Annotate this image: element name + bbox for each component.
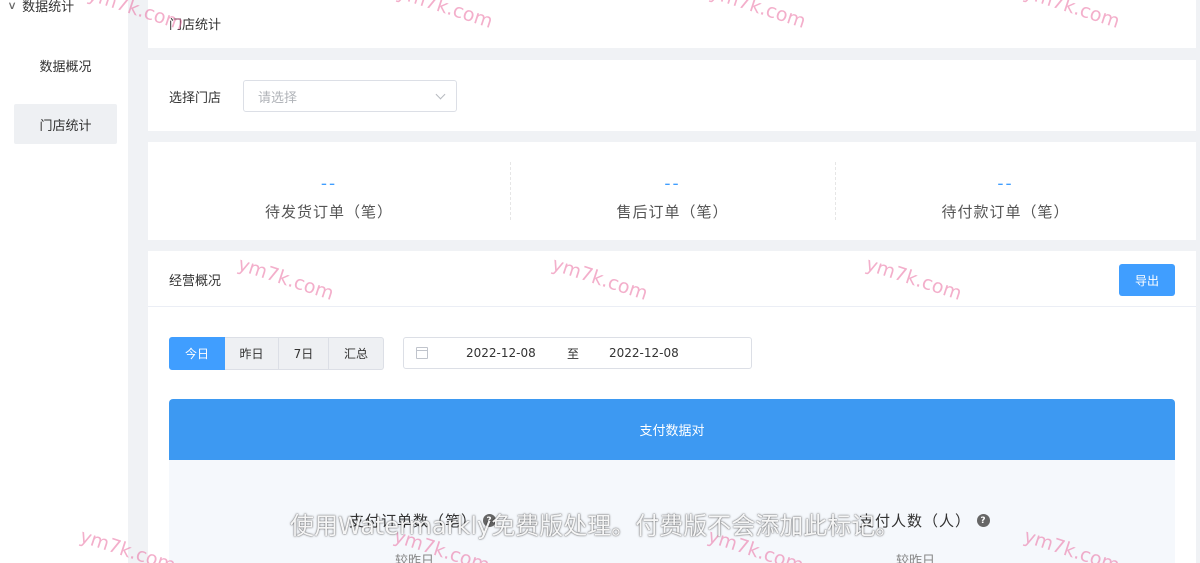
stat-label: 待付款订单（笔） bbox=[941, 203, 1070, 221]
stat-value: -- bbox=[664, 174, 681, 194]
question-icon[interactable]: ? bbox=[483, 514, 497, 527]
stat-label: 售后订单（笔） bbox=[616, 203, 729, 221]
tab-7-days[interactable]: 7日 bbox=[279, 337, 329, 370]
metric-paid-users: 支付人数（人） ? bbox=[859, 510, 991, 531]
store-select-label: 选择门店 bbox=[169, 91, 222, 106]
tab-yesterday[interactable]: 昨日 bbox=[225, 337, 279, 370]
store-select[interactable]: 请选择 bbox=[243, 80, 457, 112]
date-separator: 至 bbox=[567, 346, 580, 361]
metric-label: 支付人数（人） bbox=[859, 512, 972, 530]
overview-title: 经营概况 bbox=[169, 274, 222, 289]
date-start[interactable]: 2022-12-08 bbox=[466, 346, 536, 360]
calendar-icon bbox=[416, 347, 428, 359]
metric-paid-orders: 支付订单数（笔） ? bbox=[349, 510, 497, 531]
metric-label: 支付订单数（笔） bbox=[349, 512, 478, 530]
chevron-down-icon: ∨ bbox=[7, 0, 17, 12]
metric-compare-label: 较昨日 bbox=[896, 554, 936, 563]
payment-data-header: 支付数据对 bbox=[169, 399, 1175, 460]
tab-today[interactable]: 今日 bbox=[169, 337, 225, 370]
store-select-placeholder: 请选择 bbox=[258, 90, 298, 106]
stat-pending-shipment: -- 待发货订单（笔） bbox=[148, 142, 510, 240]
export-button[interactable]: 导出 bbox=[1119, 264, 1175, 296]
sidebar-item-label: 门店统计 bbox=[39, 118, 92, 134]
stat-after-sales: -- 售后订单（笔） bbox=[510, 142, 835, 240]
payment-data-body: 支付订单数（笔） ? 较昨日 支付人数（人） ? 较昨日 bbox=[169, 460, 1175, 563]
sidebar: ∨ 数据统计 数据概况 门店统计 bbox=[0, 0, 128, 563]
stat-value: -- bbox=[997, 174, 1014, 194]
order-stats-card: -- 待发货订单（笔） -- 售后订单（笔） -- 待付款订单（笔） bbox=[148, 142, 1196, 240]
divider bbox=[148, 306, 1196, 307]
date-end[interactable]: 2022-12-08 bbox=[609, 346, 679, 360]
sidebar-item-label: 数据概况 bbox=[39, 59, 92, 75]
stat-label: 待发货订单（笔） bbox=[264, 203, 393, 221]
period-tabs: 今日 昨日 7日 汇总 bbox=[169, 337, 384, 370]
sidebar-group-data-stats[interactable]: ∨ 数据统计 bbox=[7, 0, 75, 16]
page-title: 门店统计 bbox=[169, 18, 222, 33]
payment-data-title: 支付数据对 bbox=[639, 424, 705, 439]
tab-summary[interactable]: 汇总 bbox=[329, 337, 384, 370]
question-icon[interactable]: ? bbox=[977, 514, 991, 527]
sidebar-item-data-overview[interactable]: 数据概况 bbox=[14, 45, 117, 85]
stat-value: -- bbox=[320, 174, 338, 194]
metric-compare-label: 较昨日 bbox=[395, 554, 435, 563]
chevron-down-icon bbox=[435, 89, 446, 99]
date-range-picker[interactable]: 2022-12-08 至 2022-12-08 bbox=[403, 337, 752, 369]
business-overview-card: 经营概况 导出 今日 昨日 7日 汇总 2022-12-08 至 2022-12… bbox=[148, 251, 1196, 563]
sidebar-item-store-stats[interactable]: 门店统计 bbox=[14, 104, 117, 144]
stat-pending-payment: -- 待付款订单（笔） bbox=[835, 142, 1176, 240]
sidebar-group-label: 数据统计 bbox=[22, 0, 75, 15]
page-title-card: 门店统计 bbox=[148, 0, 1196, 48]
store-filter-card: 选择门店 请选择 bbox=[148, 60, 1196, 131]
